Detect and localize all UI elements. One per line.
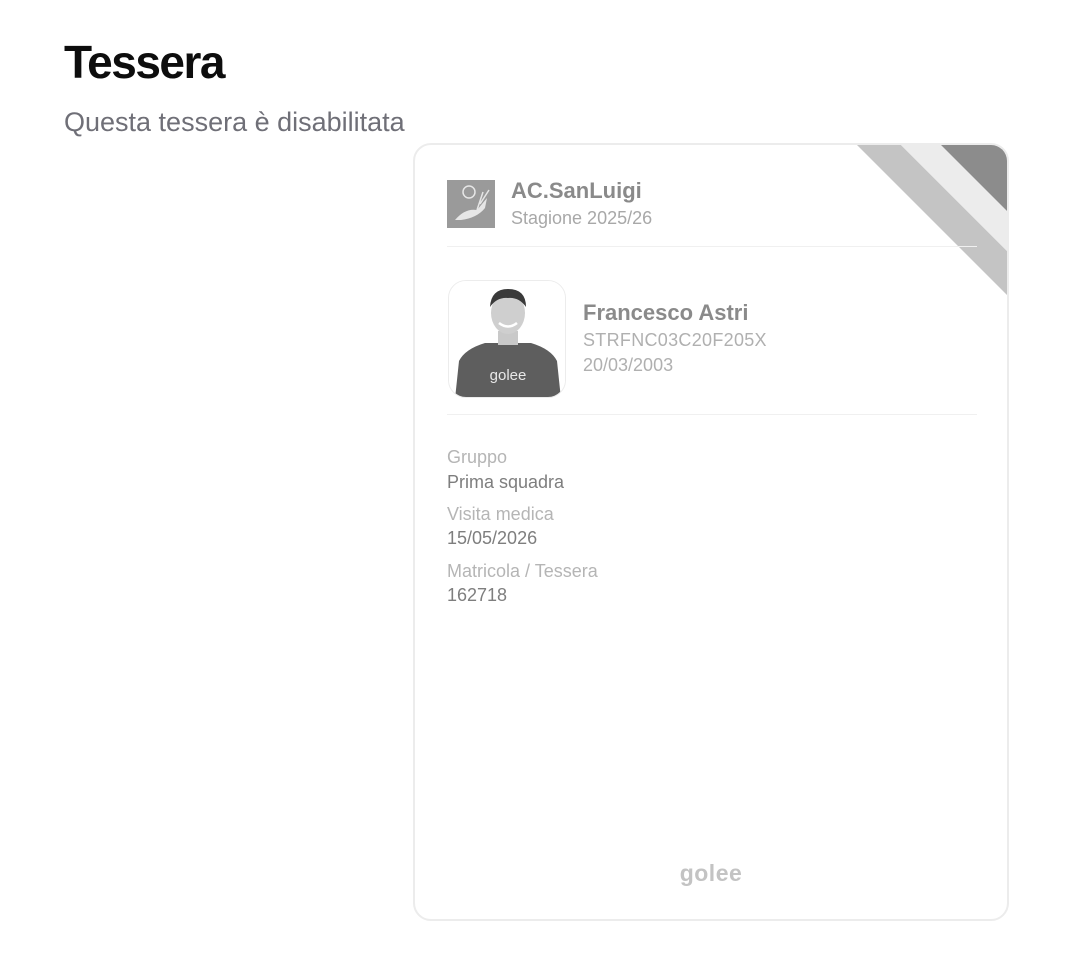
page-subtitle: Questa tessera è disabilitata (64, 107, 405, 137)
fiscal-code: STRFNC03C20F205X (583, 330, 767, 350)
person-name: Francesco Astri (583, 300, 749, 325)
shirt-logo-text: golee (490, 367, 527, 384)
page: Tessera Questa tessera è disabilitata AC… (0, 0, 1076, 974)
divider (447, 246, 977, 247)
season-label: Stagione 2025/26 (511, 208, 653, 228)
person-photo: golee (448, 280, 566, 398)
field-label-group: Gruppo (447, 447, 508, 467)
field-label-card-number: Matricola / Tessera (447, 561, 598, 581)
club-name: AC.SanLuigi (511, 178, 642, 203)
field-label-medical: Visita medica (447, 504, 554, 524)
brand-logo: golee (679, 860, 743, 886)
membership-card: AC.SanLuigi Stagione 2025/26 golee Franc… (413, 143, 1009, 921)
field-value-group: Prima squadra (447, 472, 565, 492)
page-title: Tessera (64, 36, 226, 88)
field-value-medical: 15/05/2026 (447, 528, 538, 548)
divider (447, 414, 977, 415)
field-value-card-number: 162718 (447, 585, 508, 605)
disabled-ribbon (857, 145, 1007, 295)
club-logo-icon (447, 180, 495, 228)
birth-date: 20/03/2003 (583, 355, 674, 375)
